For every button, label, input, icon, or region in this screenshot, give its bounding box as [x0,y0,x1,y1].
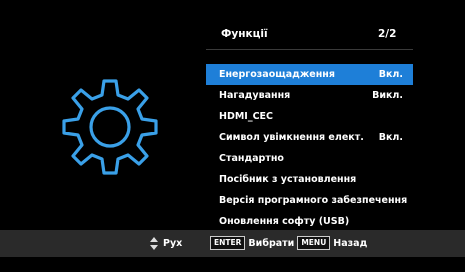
menu-item-value: Викл. [372,90,403,101]
menu-item-label: Оновлення софту (USB) [219,216,350,227]
menu-item-label: Версія програмного забезпечення [219,195,408,206]
menu-item-software-update[interactable]: Оновлення софту (USB) [206,211,413,232]
menu-item-value: Вкл. [378,132,403,143]
menu-item-label: Нагадування [219,90,291,101]
menu-item-label: Енергозаощадження [219,69,335,80]
footer-bar: Рух ENTER Вибрати MENU Назад [0,230,465,257]
menu-list: Енергозаощадження Вкл. Нагадування Викл.… [206,64,413,232]
footer-move-hint: Рух [150,237,182,250]
menu-item-energy-saving[interactable]: Енергозаощадження Вкл. [206,64,413,85]
menu-item-label: HDMI_CEC [219,111,274,122]
menu-item-reminders[interactable]: Нагадування Викл. [206,85,413,106]
menu-item-installation-guide[interactable]: Посібник з установлення [206,169,413,190]
menu-item-value: Вкл. [378,69,403,80]
page-indicator: 2/2 [378,28,397,40]
menu-item-label: Посібник з установлення [219,174,357,185]
menu-item-label: Символ увімкнення елект. [219,132,364,143]
select-label: Вибрати [248,237,295,249]
back-label: Назад [333,237,368,249]
menu-item-default[interactable]: Стандартно [206,148,413,169]
gear-icon [58,75,162,179]
menu-item-software-version[interactable]: Версія програмного забезпечення [206,190,413,211]
footer-select-hint: ENTER Вибрати MENU Назад [210,236,367,250]
title-divider [206,49,413,50]
move-label: Рух [163,238,183,249]
menu-title: Функції [221,28,268,40]
menu-item-power-symbol[interactable]: Символ увімкнення елект. Вкл. [206,127,413,148]
enter-key: ENTER [210,236,246,250]
menu-item-hdmi-cec[interactable]: HDMI_CEC [206,106,413,127]
up-down-arrows-icon [150,237,158,250]
menu-key: MENU [297,236,331,250]
menu-item-label: Стандартно [219,153,284,164]
